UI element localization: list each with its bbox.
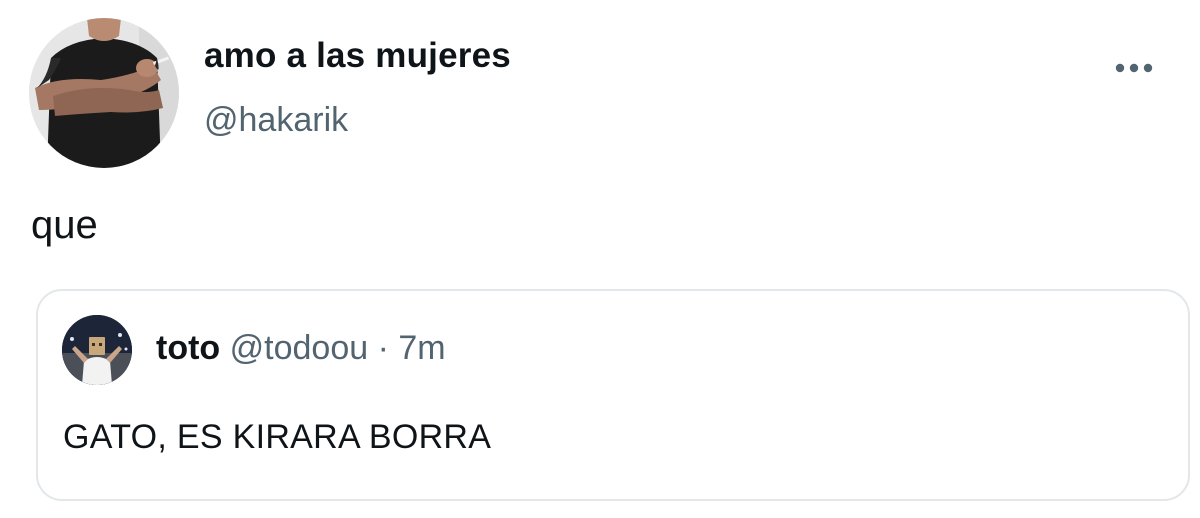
author-avatar[interactable] (29, 18, 179, 168)
header-separator: · (377, 329, 389, 367)
tweet: amo a las mujeres @hakarik que toto @tod… (0, 0, 1200, 518)
quoted-author-handle[interactable]: @todoou (230, 329, 369, 367)
quoted-tweet-text: GATO, ES KIRARA BORRA (63, 418, 492, 456)
quoted-author-avatar[interactable] (62, 315, 132, 385)
author-handle[interactable]: @hakarik (204, 101, 348, 140)
more-horizontal-icon (1115, 63, 1153, 73)
tweet-text: que (31, 203, 98, 247)
profile-photo-man-crossed-arms (29, 18, 179, 168)
author-display-name[interactable]: amo a las mujeres (204, 36, 511, 76)
profile-photo-person-bag-head (62, 315, 132, 385)
quoted-tweet-timestamp[interactable]: 7m (398, 329, 445, 367)
more-options-button[interactable] (1112, 54, 1156, 82)
quoted-tweet-card[interactable]: toto @todoou · 7m GATO, ES KIRARA BORRA (36, 289, 1190, 501)
quoted-author-display-name[interactable]: toto (156, 329, 220, 367)
quoted-tweet-header: toto @todoou · 7m (156, 329, 446, 368)
